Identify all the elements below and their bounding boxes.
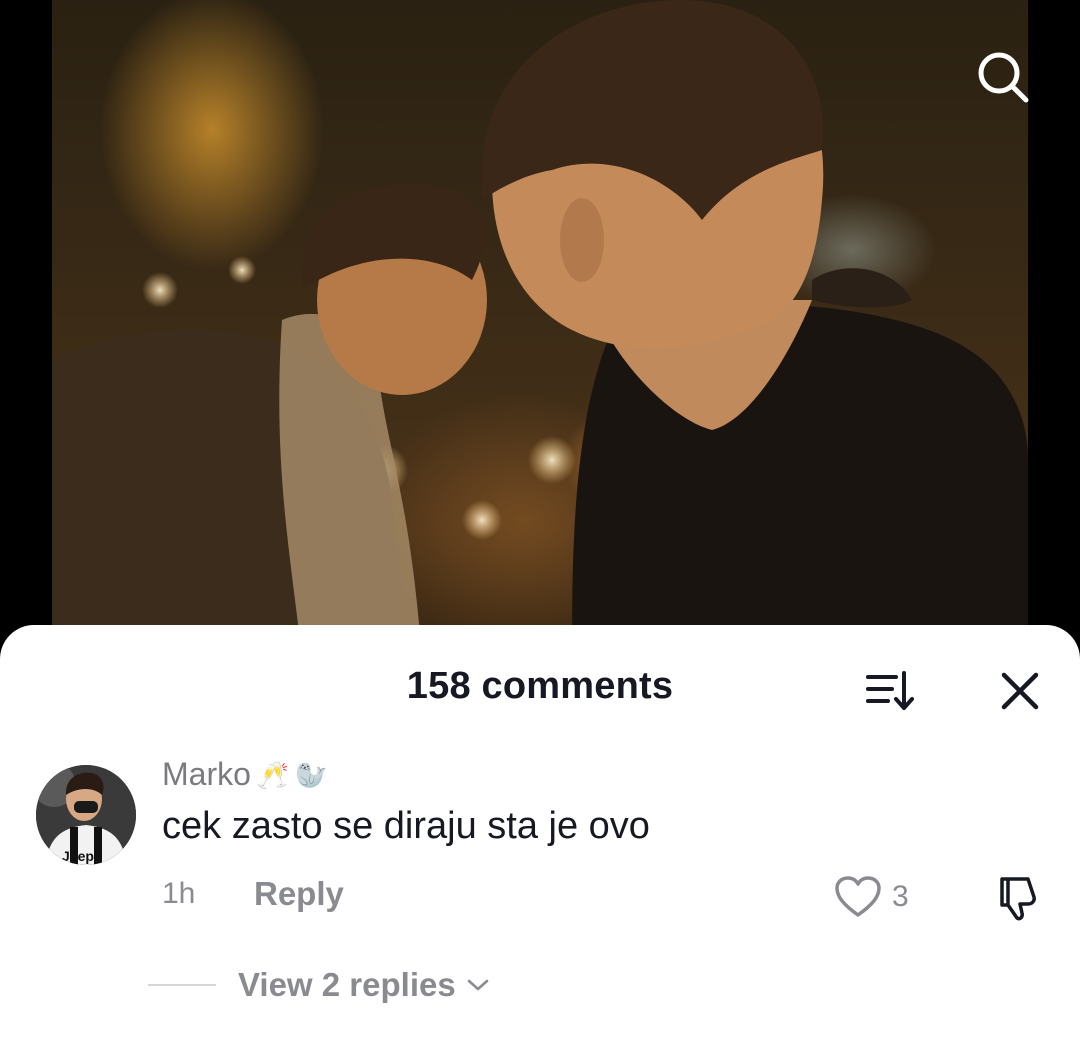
seal-emoji-icon: 🦭 xyxy=(295,759,328,790)
close-icon xyxy=(1001,672,1039,710)
comments-count-title: 158 comments xyxy=(406,665,674,707)
video-player[interactable] xyxy=(0,0,1080,660)
search-button[interactable] xyxy=(970,44,1036,110)
video-frame xyxy=(52,0,1028,660)
comment-timestamp: 1h xyxy=(162,877,196,910)
avatar[interactable]: Jeep xyxy=(36,765,136,865)
replies-divider xyxy=(148,984,216,986)
comment-username[interactable]: Marko 🥂 🦭 xyxy=(162,756,328,793)
search-icon xyxy=(978,52,1029,103)
comment-item: Jeep Marko 🥂 🦭 cek zasto se diraju sta j… xyxy=(0,753,1080,943)
view-replies-row[interactable]: View 2 replies xyxy=(148,963,490,1007)
video-still-image xyxy=(52,0,1028,660)
avatar-image: Jeep xyxy=(36,765,136,865)
comment-text: cek zasto se diraju sta je ovo xyxy=(162,805,650,847)
comments-sheet: 158 comments Jeep Marko 🥂 🦭 cek zasto se… xyxy=(0,625,1080,1054)
chevron-down-icon xyxy=(467,979,489,991)
champagne-emoji-icon: 🥂 xyxy=(256,759,290,790)
thumbs-down-icon xyxy=(1000,877,1036,921)
username-text: Marko xyxy=(162,756,251,792)
sort-comments-button[interactable] xyxy=(862,669,918,713)
reply-button[interactable]: Reply xyxy=(254,875,344,913)
heart-icon xyxy=(835,876,881,917)
sort-icon xyxy=(866,671,914,710)
like-button[interactable]: 3 xyxy=(834,873,909,921)
like-count: 3 xyxy=(892,880,909,913)
close-comments-button[interactable] xyxy=(996,667,1044,715)
dislike-button[interactable] xyxy=(994,873,1044,923)
avatar-jersey-text: Jeep xyxy=(62,848,94,864)
view-replies-label: View 2 replies xyxy=(238,966,456,1003)
view-replies-button[interactable]: View 2 replies xyxy=(238,966,490,1004)
